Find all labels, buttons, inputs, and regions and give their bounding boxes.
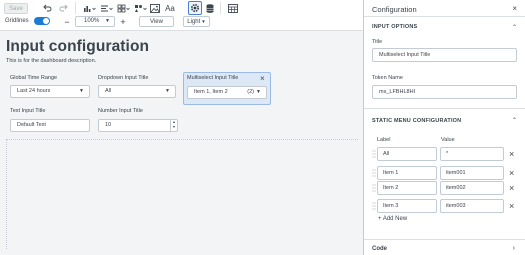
value-column-header: Value [441,137,455,143]
chevron-down-icon: ▼ [165,88,170,94]
text-input-label: Text Input Title [10,108,46,114]
drag-handle-icon[interactable] [372,199,376,213]
menu-label-field[interactable]: Item 1 [377,166,437,180]
chevron-up-icon[interactable]: ⌃ [512,117,517,124]
zoom-in-button[interactable]: + [119,16,127,27]
drag-handle-icon[interactable] [372,181,376,195]
menu-value-field[interactable]: item003 [440,199,504,213]
grid-guide [6,139,7,249]
zoom-select[interactable]: 100% ▼ [75,16,115,27]
number-input-label: Number Input Title [98,108,143,114]
menu-label-field[interactable]: Item 3 [377,199,437,213]
add-chart-icon[interactable] [82,3,96,13]
dashboard-settings-icon[interactable] [228,3,238,13]
drag-handle-icon[interactable] [372,166,376,180]
panel-title: Configuration [372,5,417,14]
save-button[interactable]: Save [4,3,28,14]
image-icon[interactable] [149,3,160,13]
chevron-right-icon[interactable]: › [513,245,515,252]
dropdown-label: Dropdown Input Title [98,75,149,81]
menu-label-field[interactable]: Item 2 [377,181,437,195]
number-value: 10 [105,122,112,128]
editor-area: Save Aa Gridlines − 100% ▼ + View Light … [0,0,363,255]
close-icon[interactable]: × [260,75,265,83]
gridlines-label: Gridlines [5,18,29,24]
time-range-label: Global Time Range [10,75,58,81]
configuration-gear-icon[interactable] [188,1,202,15]
page-description[interactable]: This is for the dashboard description. [6,58,96,64]
add-shape-icon[interactable] [133,3,147,13]
undo-icon[interactable] [42,3,52,13]
label-column-header: Label [377,137,391,143]
remove-row-icon[interactable]: × [509,184,514,193]
remove-row-icon[interactable]: × [509,169,514,178]
static-menu-heading[interactable]: STATIC MENU CONFIGURATION [372,118,461,124]
chevron-down-icon: ▼ [201,19,206,24]
theme-value: Light [187,18,201,25]
menu-value-field[interactable]: * [440,147,504,161]
close-icon[interactable]: × [512,4,517,13]
dropdown-value: All [105,88,112,94]
menu-label-field[interactable]: All [377,147,437,161]
number-input[interactable]: 10 ▲ ▼ [98,119,178,132]
zoom-out-button[interactable]: − [63,16,71,27]
token-name-field[interactable]: ms_LFBHL8HI [372,85,517,99]
data-sources-icon[interactable] [205,3,215,13]
title-field-label: Title [372,39,383,45]
menu-value-field[interactable]: item001 [440,166,504,180]
code-section-heading[interactable]: Code [372,246,387,252]
zoom-value: 100% [84,18,100,24]
add-input-icon[interactable] [99,3,113,13]
grid-guide [6,139,358,140]
number-stepper[interactable]: ▲ ▼ [170,120,177,131]
page-title[interactable]: Input configuration [6,38,149,56]
menu-value-field[interactable]: item002 [440,181,504,195]
remove-row-icon[interactable]: × [509,150,514,159]
multiselect-count: (2) [247,89,254,95]
chevron-down-icon: ▼ [79,88,84,94]
chevron-up-icon[interactable]: ⌃ [512,24,517,31]
multiselect-input[interactable]: Item 1, Item 2 (2) ▼ [187,86,267,99]
dashboard-canvas[interactable]: Input configuration This is for the dash… [0,31,363,255]
time-range-value: Last 24 hours [17,88,51,94]
multiselect-label: Multiselect Input Title [187,75,239,81]
time-range-dropdown[interactable]: Last 24 hours ▼ [10,85,90,98]
token-field-label: Token Name [372,75,403,81]
redo-icon[interactable] [58,3,68,13]
text-input[interactable]: Default Text [10,119,90,132]
configuration-panel: Configuration × INPUT OPTIONS ⌃ Title Mu… [363,0,525,255]
multiselect-input-panel[interactable]: Multiselect Input Title × Item 1, Item 2… [183,72,271,105]
chevron-down-icon: ▼ [256,89,261,95]
input-options-heading[interactable]: INPUT OPTIONS [372,24,417,30]
dropdown-input[interactable]: All ▼ [98,85,176,98]
view-button[interactable]: View [139,16,174,27]
text-tool-button[interactable]: Aa [163,3,177,13]
add-new-button[interactable]: + Add New [378,216,407,222]
chevron-down-icon: ▼ [105,18,110,24]
gridlines-toggle[interactable] [34,17,50,25]
remove-row-icon[interactable]: × [509,202,514,211]
multiselect-value: Item 1, Item 2 [194,89,228,95]
toolbar: Save Aa Gridlines − 100% ▼ + View Light … [0,0,363,31]
theme-select[interactable]: Light ▼ [183,16,210,27]
drag-handle-icon[interactable] [372,147,376,161]
add-layout-icon[interactable] [116,3,130,13]
title-field[interactable]: Multiselect Input Title [372,48,517,62]
